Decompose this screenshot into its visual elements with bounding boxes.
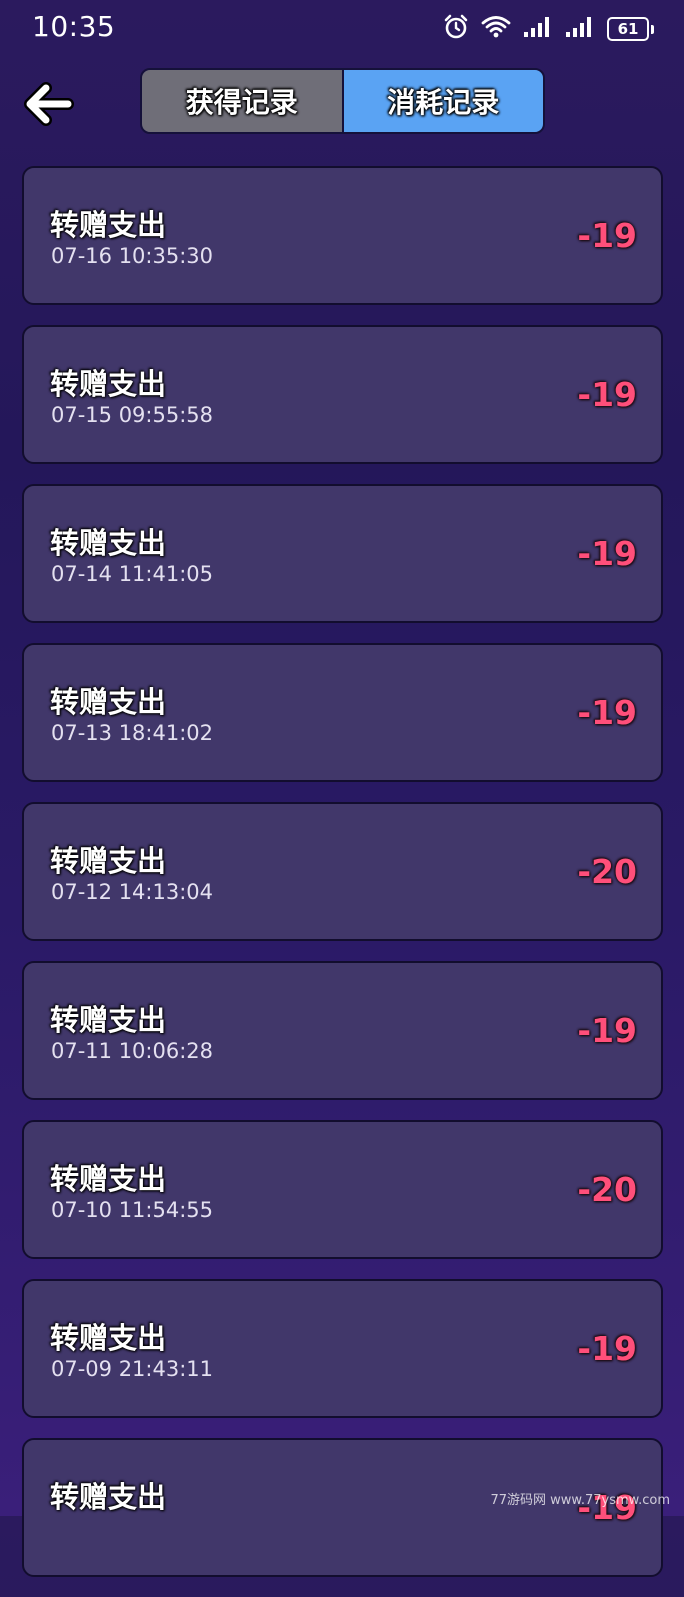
back-button[interactable] [18,76,78,132]
record-time: 07-10 11:54:55 [51,1198,214,1222]
status-bar: 10:35 61 [0,0,684,56]
status-icons: 61 [443,14,654,44]
record-amount: -19 [577,216,637,255]
record-item: 转赠支出 07-15 09:55:58 -19 [22,325,663,464]
record-amount: -20 [577,1170,637,1209]
record-item: 转赠支出 07-10 11:54:55 -20 [22,1120,663,1259]
alarm-icon [443,14,469,44]
tab-earn-records[interactable]: 获得记录 [142,70,344,132]
record-amount: -19 [577,534,637,573]
record-amount: -19 [577,693,637,732]
record-time: 07-12 14:13:04 [51,880,214,904]
battery-icon: 61 [607,17,654,41]
record-list: 转赠支出 07-16 10:35:30 -19 转赠支出 07-15 09:55… [22,166,663,1597]
record-title: 转赠支出 [50,1162,167,1196]
record-title: 转赠支出 [50,1480,167,1514]
tab-spend-records[interactable]: 消耗记录 [343,70,543,132]
record-amount: -19 [577,1329,637,1368]
record-time: 07-13 18:41:02 [51,721,214,745]
signal-icon [565,16,595,42]
battery-level: 61 [607,17,649,41]
status-time: 10:35 [32,10,116,43]
record-item: 转赠支出 07-13 18:41:02 -19 [22,643,663,782]
header: 获得记录 消耗记录 [0,66,684,140]
record-time: 07-09 21:43:11 [51,1357,214,1381]
record-time: 07-11 10:06:28 [51,1039,214,1063]
record-title: 转赠支出 [50,844,167,878]
record-time: 07-16 10:35:30 [51,244,214,268]
record-item: 转赠支出 07-12 14:13:04 -20 [22,802,663,941]
record-title: 转赠支出 [50,208,167,242]
record-amount: -20 [577,852,637,891]
record-time: 07-15 09:55:58 [51,403,214,427]
record-amount: -19 [577,375,637,414]
record-tabs: 获得记录 消耗记录 [140,68,545,134]
record-item: 转赠支出 07-16 10:35:30 -19 [22,166,663,305]
record-time: 07-14 11:41:05 [51,562,214,586]
record-amount: -19 [577,1011,637,1050]
record-title: 转赠支出 [50,367,167,401]
record-title: 转赠支出 [50,685,167,719]
signal-icon [523,16,553,42]
wifi-icon [481,15,511,43]
record-item: 转赠支出 07-09 21:43:11 -19 [22,1279,663,1418]
arrow-left-icon [24,82,74,126]
record-title: 转赠支出 [50,526,167,560]
record-title: 转赠支出 [50,1003,167,1037]
record-title: 转赠支出 [50,1321,167,1355]
record-item: 转赠支出 07-14 11:41:05 -19 [22,484,663,623]
watermark: 77游码网 www.77ysmw.com [490,1493,670,1508]
record-item: 转赠支出 07-11 10:06:28 -19 [22,961,663,1100]
